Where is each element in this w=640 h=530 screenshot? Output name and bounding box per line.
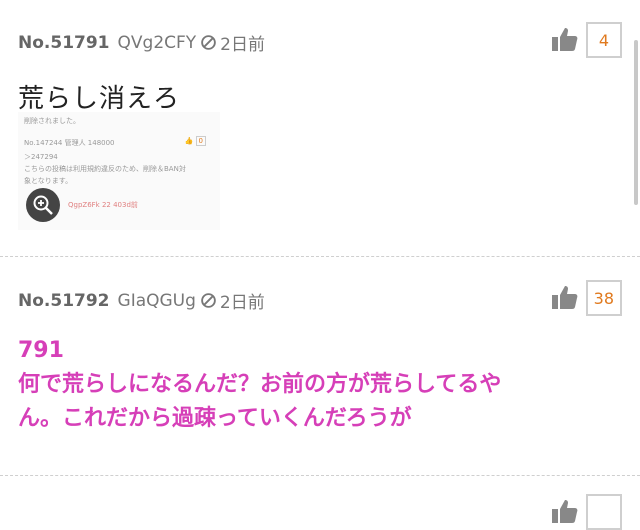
post-next xyxy=(0,476,640,530)
post-meta: No.51792 GIaQGUg 2日前 xyxy=(18,288,265,314)
img-mini-like: 👍 0 xyxy=(185,136,206,146)
scrollbar[interactable] xyxy=(634,40,638,205)
like-count[interactable]: 38 xyxy=(585,280,622,316)
user-id[interactable]: QVg2CFY xyxy=(118,33,197,53)
thumbs-up-icon[interactable] xyxy=(550,25,580,55)
reply-reference[interactable]: 791 xyxy=(18,334,618,368)
post-divider xyxy=(0,256,640,257)
ban-icon xyxy=(201,293,216,308)
img-line: 象となります。 xyxy=(24,177,73,185)
img-line: No.147244 管理人 148000 xyxy=(24,139,115,147)
like-count[interactable]: 4 xyxy=(586,22,622,58)
reply-text: 791 何で荒らしになるんだ？お前の方が荒らしてるや ん。これだから過疎っていく… xyxy=(18,334,618,436)
thumbs-up-icon[interactable] xyxy=(550,283,580,313)
img-line: QgpZ6Fk 22 403d前 xyxy=(68,201,138,209)
img-line: ＞247294 xyxy=(24,153,58,161)
post-number[interactable]: No.51792 xyxy=(18,291,110,311)
post-51791: No.51791 QVg2CFY 2日前 4 荒らし消えろ 削除されました。 N… xyxy=(0,0,640,258)
like-control[interactable]: 38 xyxy=(550,280,622,316)
ban-icon xyxy=(201,35,216,50)
post-time: 2日前 xyxy=(219,293,265,313)
attached-image[interactable]: 削除されました。 No.147244 管理人 148000 👍 0 ＞247294… xyxy=(18,112,220,230)
img-line: 削除されました。 xyxy=(24,117,80,125)
zoom-button[interactable] xyxy=(26,188,60,222)
like-control[interactable] xyxy=(550,494,622,530)
reply-line: ん。これだから過疎っていくんだろうが xyxy=(18,406,412,431)
user-id[interactable]: GIaQGUg xyxy=(118,291,196,311)
like-count[interactable] xyxy=(586,494,622,530)
post-meta: No.51791 QVg2CFY 2日前 xyxy=(18,30,265,56)
img-line: こちらの投稿は利用規約違反のため、削除＆BAN対 xyxy=(24,165,186,173)
reply-line: 何で荒らしになるんだ？お前の方が荒らしてるや xyxy=(18,372,502,397)
post-51792: No.51792 GIaQGUg 2日前 38 791 何で荒らしになるんだ？お… xyxy=(0,258,640,476)
like-control[interactable]: 4 xyxy=(550,22,622,58)
post-text: 荒らし消えろ xyxy=(18,84,181,114)
zoom-in-icon xyxy=(33,195,53,215)
post-number[interactable]: No.51791 xyxy=(18,33,110,53)
thumbs-up-icon[interactable] xyxy=(550,497,580,527)
post-time: 2日前 xyxy=(220,35,265,55)
